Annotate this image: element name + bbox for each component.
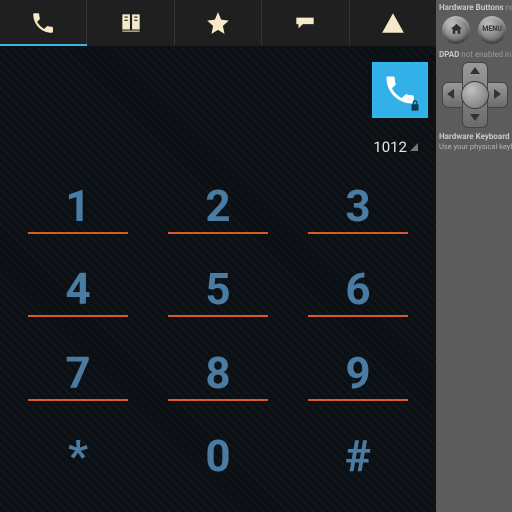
key-star[interactable]: * — [18, 421, 138, 493]
tab-phone[interactable] — [0, 0, 87, 46]
key-7[interactable]: 7 — [18, 337, 138, 409]
phone-icon — [30, 10, 56, 36]
key-0[interactable]: 0 — [158, 421, 278, 493]
tab-favorites[interactable] — [175, 0, 262, 46]
hw-keyboard-sub: Use your physical keyboard — [436, 142, 512, 151]
key-8[interactable]: 8 — [158, 337, 278, 409]
hw-keyboard-label: Hardware Keyboard — [436, 126, 512, 142]
hw-buttons-label: Hardware Buttons not enabled — [436, 0, 512, 13]
key-1[interactable]: 1 — [18, 170, 138, 242]
dial-display-value: 1012 — [373, 138, 407, 156]
key-6[interactable]: 6 — [298, 254, 418, 326]
home-icon — [449, 22, 464, 37]
tab-contacts[interactable] — [87, 0, 174, 46]
tab-messages[interactable] — [262, 0, 349, 46]
key-9[interactable]: 9 — [298, 337, 418, 409]
tab-warnings[interactable] — [350, 0, 436, 46]
emulator-sidebar: Hardware Buttons not enabled MENU DPAD n… — [436, 0, 512, 512]
dpad-center[interactable] — [461, 81, 489, 109]
tab-bar — [0, 0, 436, 47]
emu-menu-button[interactable]: MENU — [478, 16, 506, 44]
dpad-down-icon — [470, 114, 480, 121]
device-screen: 1012 1 2 3 4 5 6 7 8 9 * 0 # — [0, 0, 436, 512]
key-3[interactable]: 3 — [298, 170, 418, 242]
secure-dial-badge[interactable] — [372, 62, 428, 118]
key-4[interactable]: 4 — [18, 254, 138, 326]
book-icon — [118, 10, 144, 36]
dpad-up-icon — [470, 67, 480, 74]
key-5[interactable]: 5 — [158, 254, 278, 326]
emu-dpad[interactable] — [442, 62, 506, 126]
warning-icon — [380, 10, 406, 36]
key-2[interactable]: 2 — [158, 170, 278, 242]
dial-display[interactable]: 1012 — [373, 138, 418, 156]
key-hash[interactable]: # — [298, 421, 418, 493]
dropdown-indicator-icon — [410, 143, 418, 151]
emu-home-button[interactable] — [442, 16, 470, 44]
dialer-area: 1012 1 2 3 4 5 6 7 8 9 * 0 # — [0, 46, 436, 512]
dpad-left-icon — [447, 89, 454, 99]
lock-icon — [408, 99, 422, 113]
dpad-label: DPAD not enabled in AVD — [436, 46, 512, 60]
speech-icon — [292, 10, 318, 36]
dpad-right-icon — [494, 89, 501, 99]
star-icon — [205, 10, 231, 36]
keypad: 1 2 3 4 5 6 7 8 9 * 0 # — [18, 170, 418, 492]
